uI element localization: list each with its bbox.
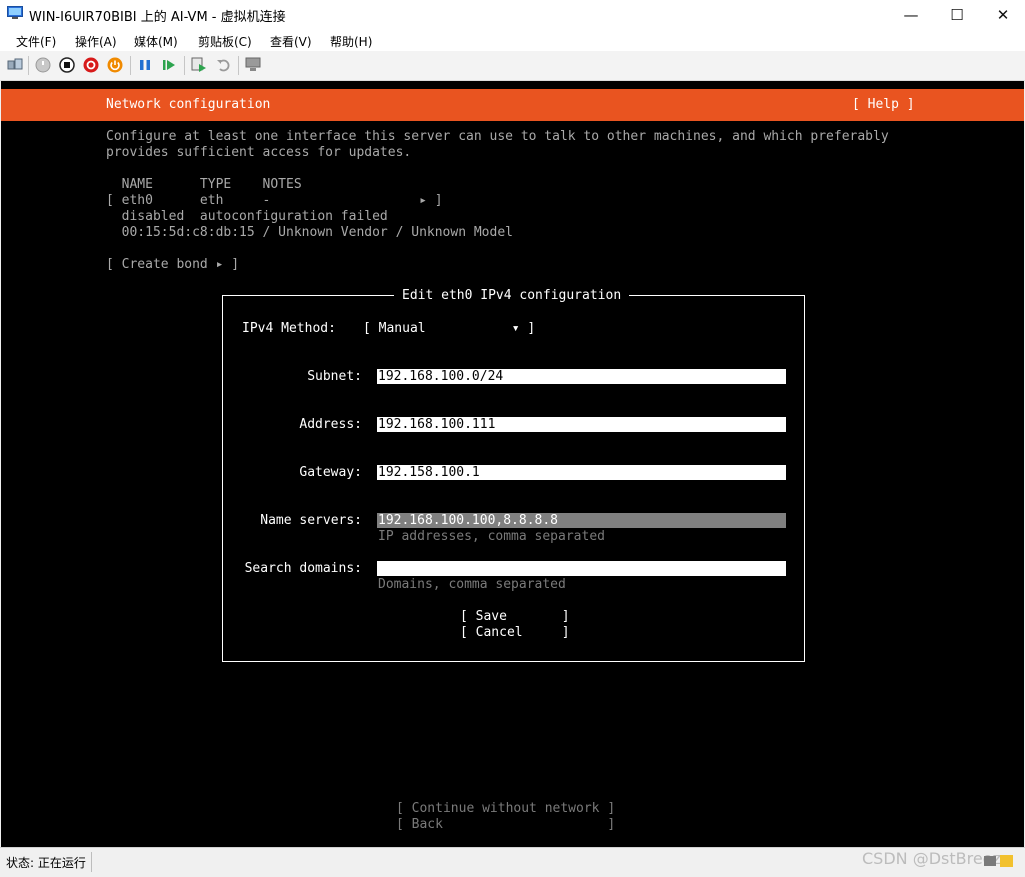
back-button[interactable]: [ Back ]: [396, 817, 615, 833]
menu-file[interactable]: 文件(F): [16, 33, 56, 50]
interface-row-eth0[interactable]: [ eth0 eth - ▸ ]: [106, 193, 443, 209]
vm-connect-app-icon: [7, 6, 23, 19]
search-domains-hint: Domains, comma separated: [378, 577, 566, 592]
toolbar: [0, 51, 1025, 81]
shutdown-icon[interactable]: [83, 57, 99, 73]
window-title: WIN-I6UIR70BIBI 上的 AI-VM - 虚拟机连接: [29, 10, 286, 25]
header-title: Network configuration: [106, 97, 271, 112]
minimize-button[interactable]: —: [888, 0, 934, 29]
ctrl-alt-del-icon[interactable]: [7, 57, 23, 73]
name-servers-input[interactable]: 192.168.100.100,8.8.8.8: [377, 513, 786, 528]
menu-media[interactable]: 媒体(M): [134, 33, 178, 50]
search-domains-label: Search domains:: [244, 561, 362, 576]
revert-icon[interactable]: [215, 57, 231, 73]
maximize-button[interactable]: ☐: [934, 0, 980, 29]
help-button[interactable]: [ Help ]: [852, 97, 915, 113]
create-bond-button[interactable]: [ Create bond ▸ ]: [106, 257, 239, 273]
menu-view[interactable]: 查看(V): [270, 33, 312, 50]
address-label: Address:: [299, 417, 362, 432]
interface-mac: 00:15:5d:c8:db:15 / Unknown Vendor / Unk…: [106, 225, 513, 240]
name-servers-label: Name servers:: [260, 513, 362, 528]
menu-help[interactable]: 帮助(H): [330, 33, 372, 50]
address-input[interactable]: 192.168.100.111: [377, 417, 786, 432]
vm-display[interactable]: Network configuration [ Help ] Configure…: [1, 81, 1024, 847]
gateway-label: Gateway:: [299, 465, 362, 480]
checkpoint-icon[interactable]: [191, 57, 207, 73]
tray-icons: [984, 855, 1013, 867]
name-servers-hint: IP addresses, comma separated: [378, 529, 605, 544]
enhanced-session-icon[interactable]: [245, 57, 261, 73]
continue-without-network-button[interactable]: [ Continue without network ]: [396, 801, 615, 817]
ipv4-method-select[interactable]: [ Manual ▾ ]: [363, 321, 535, 337]
menu-action[interactable]: 操作(A): [75, 33, 117, 50]
save-button[interactable]: [ Save ]: [460, 609, 570, 625]
subnet-input[interactable]: 192.168.100.0/24: [377, 369, 786, 384]
turn-off-icon[interactable]: [59, 57, 75, 73]
power-icon[interactable]: [107, 57, 123, 73]
menu-bar: 文件(F) 操作(A) 媒体(M) 剪贴板(C) 查看(V) 帮助(H): [0, 29, 1025, 51]
window-titlebar: WIN-I6UIR70BIBI 上的 AI-VM - 虚拟机连接 — ☐ ✕: [0, 0, 1025, 29]
search-domains-input[interactable]: [377, 561, 786, 576]
gateway-input[interactable]: 192.158.100.1: [377, 465, 786, 480]
close-icon: ✕: [996, 5, 1010, 24]
cancel-button[interactable]: [ Cancel ]: [460, 625, 570, 641]
interface-status: disabled autoconfiguration failed: [106, 209, 388, 224]
menu-clipboard[interactable]: 剪贴板(C): [198, 33, 252, 50]
close-button[interactable]: ✕: [980, 0, 1025, 29]
ipv4-method-label: IPv4 Method:: [242, 321, 336, 336]
maximize-icon: ☐: [950, 5, 964, 24]
minimize-icon: —: [903, 5, 919, 24]
status-text: 状态: 正在运行: [6, 856, 86, 870]
subnet-label: Subnet:: [307, 369, 362, 384]
start-icon[interactable]: [35, 57, 51, 73]
dialog-title: Edit eth0 IPv4 configuration: [394, 288, 630, 304]
intro-line-2: provides sufficient access for updates.: [106, 145, 412, 160]
pause-icon[interactable]: [137, 57, 153, 73]
intro-line-1: Configure at least one interface this se…: [106, 129, 889, 144]
resume-icon[interactable]: [161, 57, 177, 73]
interface-table-header: NAME TYPE NOTES: [106, 177, 302, 192]
